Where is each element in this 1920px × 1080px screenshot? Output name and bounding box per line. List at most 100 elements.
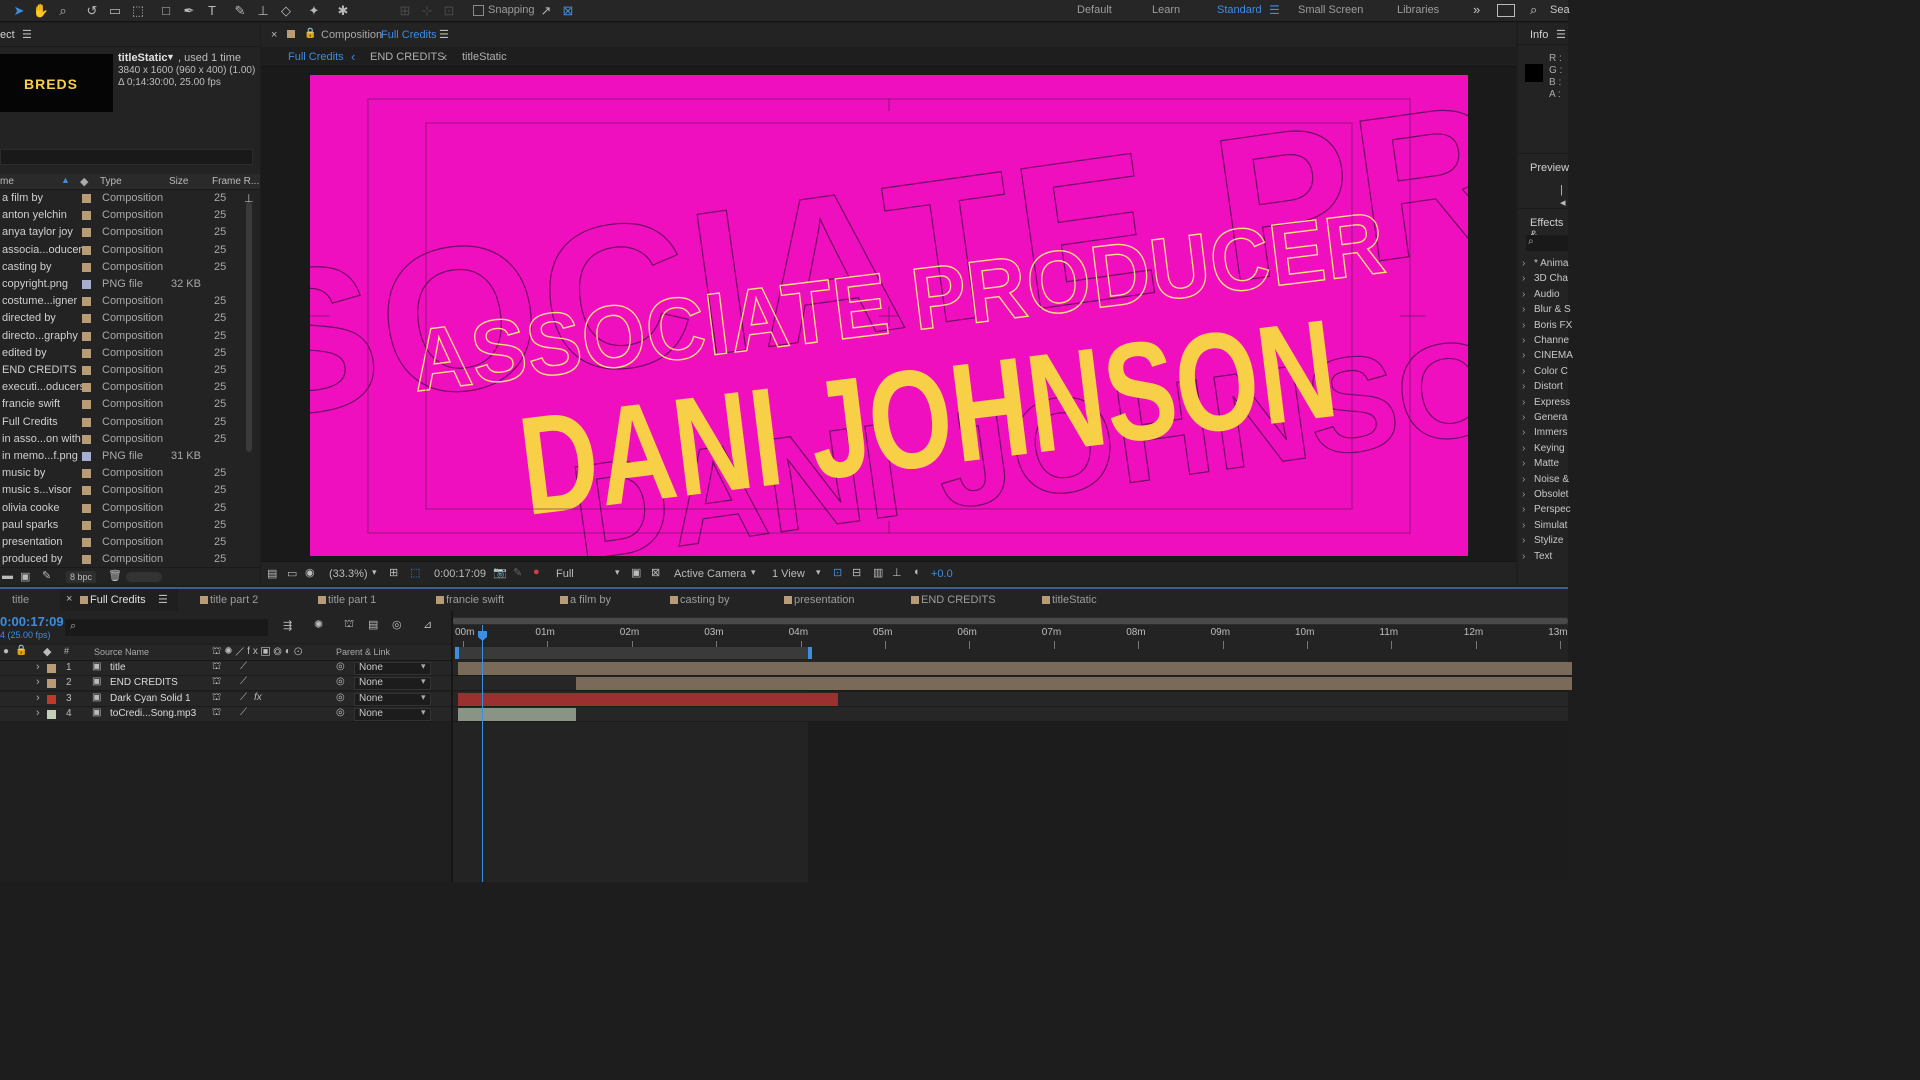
resolution-dropdown[interactable]: Full — [556, 568, 574, 580]
camera-dropdown[interactable]: Active Camera — [674, 568, 746, 580]
effects-category[interactable]: › Distort — [1522, 380, 1568, 395]
workspace-standard[interactable]: Standard — [1217, 4, 1262, 16]
composition-menu-icon[interactable]: ☰ — [439, 28, 449, 41]
fast-previews-icon[interactable]: ▣ — [631, 566, 641, 579]
effects-search-input[interactable]: ⌕ — [1526, 235, 1568, 251]
project-item[interactable]: directo...graphy Composition 25 — [0, 328, 244, 345]
layer-source-name[interactable]: END CREDITS — [110, 677, 178, 688]
info-panel-title[interactable]: Info — [1530, 29, 1548, 41]
draft-3d-icon[interactable]: ⊟ — [852, 566, 861, 579]
project-item[interactable]: casting by Composition 25 — [0, 259, 244, 276]
effects-category[interactable]: › Stylize — [1522, 534, 1568, 549]
expand-chevron-icon[interactable]: › — [1522, 551, 1525, 562]
timeline-tab[interactable]: Full Credits — [90, 594, 146, 606]
project-item[interactable]: END CREDITS Composition 25 — [0, 362, 244, 379]
parent-dropdown-chevron-icon[interactable]: ▾ — [421, 661, 426, 672]
parent-dropdown-chevron-icon[interactable]: ▾ — [421, 692, 426, 703]
project-item[interactable]: produced by Composition 25 — [0, 551, 244, 567]
workspace-libraries[interactable]: Libraries — [1397, 4, 1439, 16]
project-item-label-swatch[interactable] — [82, 297, 91, 307]
timeline-tab[interactable]: title — [12, 594, 29, 606]
pan-behind-tool-icon[interactable]: ⬚ — [129, 2, 147, 20]
project-item[interactable]: directed by Composition 25 — [0, 310, 244, 327]
expand-chevron-icon[interactable]: › — [1522, 458, 1525, 469]
switches-header-icons[interactable]: ⛫✺⟋fx▣◎◐⊙ — [212, 646, 306, 659]
layer-duration-bar[interactable] — [458, 708, 577, 722]
expand-chevron-icon[interactable]: › — [1522, 258, 1525, 269]
rotate-tool-icon[interactable]: ↺ — [83, 2, 101, 20]
interpret-footage-icon[interactable]: ▬ — [2, 570, 13, 582]
expand-chevron-icon[interactable]: › — [1522, 412, 1525, 423]
rectangle-tool-icon[interactable]: □ — [157, 2, 175, 20]
zoom-dropdown[interactable]: (33.3%) — [329, 568, 368, 580]
project-scrollbar[interactable] — [244, 190, 254, 567]
project-item[interactable]: paul sparks Composition 25 — [0, 517, 244, 534]
channel-rgb-icon[interactable]: ● — [533, 566, 540, 578]
composition-tab-name[interactable]: Full Credits — [381, 29, 437, 41]
eraser-tool-icon[interactable]: ◇ — [277, 2, 295, 20]
layer-duration-bar[interactable] — [576, 677, 1573, 691]
project-item-label-swatch[interactable] — [82, 245, 91, 255]
motion-blur-icon[interactable]: ▥ — [873, 566, 883, 579]
column-framerate-header[interactable]: Frame R... — [212, 176, 259, 187]
project-item-label-swatch[interactable] — [82, 348, 91, 358]
project-item-label-swatch[interactable] — [82, 228, 91, 238]
lock-icon[interactable]: 🔒 — [304, 28, 316, 39]
expand-layer-chevron-icon[interactable]: › — [36, 692, 40, 704]
camera-chevron-icon[interactable]: ▾ — [751, 567, 756, 578]
effects-category[interactable]: › Keying — [1522, 442, 1568, 457]
time-navigator[interactable] — [452, 617, 1568, 625]
layer-label-swatch[interactable] — [47, 710, 56, 720]
shy-switch-icon[interactable]: ⛫ — [212, 676, 221, 689]
project-item-label-swatch[interactable] — [82, 400, 91, 410]
expand-chevron-icon[interactable]: › — [1522, 381, 1525, 392]
breadcrumb-end-credits[interactable]: END CREDITS — [370, 51, 445, 63]
time-navigator-handle[interactable] — [452, 618, 1568, 624]
project-item[interactable]: Full Credits Composition 25 — [0, 414, 244, 431]
close-tab-icon[interactable]: × — [271, 29, 277, 41]
search-icon[interactable]: ⌕ — [1530, 2, 1537, 18]
composition-viewer[interactable]: SOCIATE PRODUC DANI JOHNSON ASSOCIATE PR… — [310, 75, 1468, 556]
layer-row[interactable]: › 4 ▣ toCredi...Song.mp3 ⛫ ⟋ ◎ None ▾ — [0, 707, 452, 723]
comp-mini-flowchart-icon[interactable]: ⇶ — [283, 619, 292, 632]
type-tool-icon[interactable]: T — [203, 2, 221, 20]
effects-category[interactable]: › Perspec — [1522, 503, 1571, 518]
expand-chevron-icon[interactable]: › — [1522, 489, 1525, 500]
snapping-options-icon[interactable]: ↗ — [537, 2, 555, 20]
reset-exposure-icon[interactable]: ◐ — [914, 566, 921, 578]
effects-category[interactable]: › Matte — [1522, 457, 1568, 472]
project-item-label-swatch[interactable] — [82, 314, 91, 324]
breadcrumb-title-static[interactable]: titleStatic — [462, 51, 507, 63]
effects-category[interactable]: › CINEMA — [1522, 349, 1573, 364]
project-item[interactable]: costume...igner Composition 25 — [0, 293, 244, 310]
graph-editor-icon[interactable]: ⊿ — [423, 618, 432, 631]
effects-category[interactable]: › Express — [1522, 396, 1570, 411]
transparency-grid-icon[interactable]: ⊠ — [651, 566, 660, 579]
project-item-label-swatch[interactable] — [82, 262, 91, 272]
quality-switch-icon[interactable]: ⟋ — [240, 661, 247, 672]
layer-label-swatch[interactable] — [47, 694, 56, 704]
column-name-header[interactable]: me — [0, 176, 14, 187]
preview-panel-title[interactable]: Preview — [1530, 162, 1569, 174]
expand-chevron-icon[interactable]: › — [1522, 350, 1525, 361]
timeline-tab[interactable]: title part 1 — [328, 594, 376, 606]
project-search-input[interactable] — [0, 149, 253, 165]
effects-category[interactable]: › Simulat — [1522, 519, 1568, 534]
expand-chevron-icon[interactable]: › — [1522, 397, 1525, 408]
sort-ascending-icon[interactable]: ▲ — [61, 175, 70, 185]
expand-chevron-icon[interactable]: › — [1522, 520, 1525, 531]
effects-category[interactable]: › Blur & S — [1522, 303, 1571, 318]
column-size-header[interactable]: Size — [169, 176, 188, 187]
effects-switch-icon[interactable]: fx — [254, 692, 262, 703]
region-of-interest-icon[interactable]: ⬚ — [410, 566, 420, 579]
resolution-chevron-icon[interactable]: ▾ — [615, 567, 620, 578]
work-area-start[interactable] — [455, 647, 459, 659]
search-help-label[interactable]: Sea — [1550, 4, 1570, 16]
expand-chevron-icon[interactable]: › — [1522, 273, 1525, 284]
project-item[interactable]: associa...oducer Composition 25 — [0, 242, 244, 259]
puppet-pin-tool-icon[interactable]: ✱ — [334, 2, 352, 20]
timeline-search-input[interactable]: ⌕ — [65, 619, 268, 636]
layer-row[interactable]: › 1 ▣ title ⛫ ⟋ ◎ None ▾ — [0, 661, 452, 676]
expand-layer-chevron-icon[interactable]: › — [36, 676, 40, 688]
quality-switch-icon[interactable]: ⟋ — [240, 676, 247, 687]
